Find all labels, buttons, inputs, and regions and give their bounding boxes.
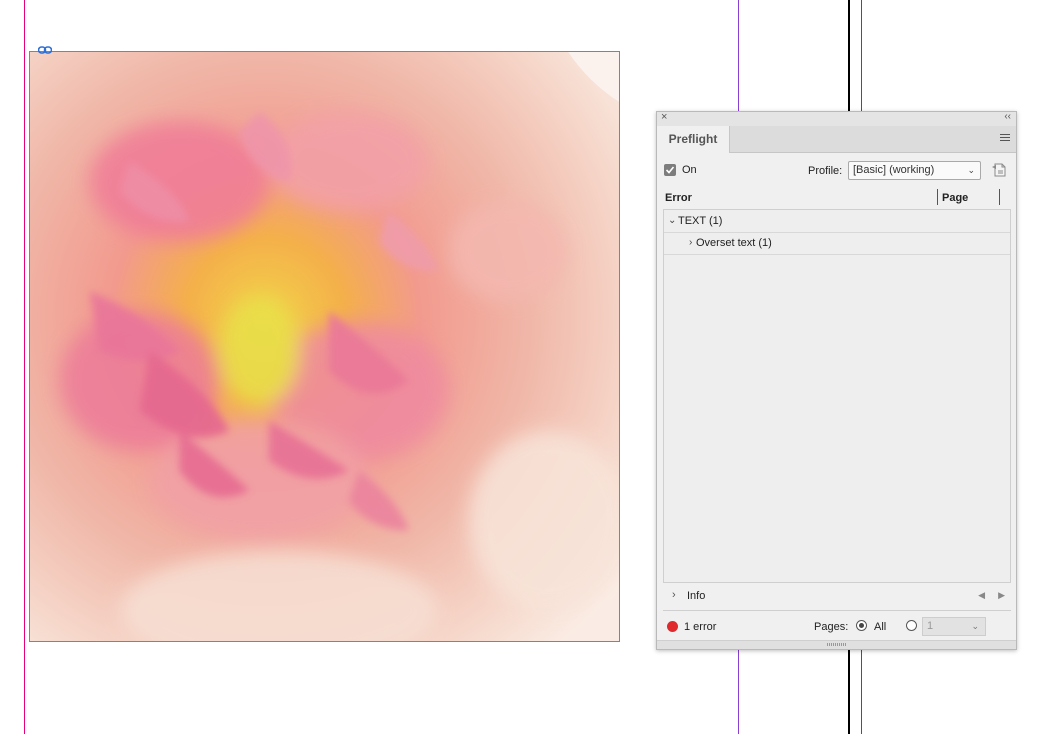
error-status-icon xyxy=(667,621,678,632)
list-item-text-group[interactable]: ⌄ TEXT (1) xyxy=(664,210,1010,233)
panel-menu-icon[interactable] xyxy=(1000,134,1010,142)
panel-tab-row: Preflight xyxy=(657,126,1016,153)
chevron-down-icon: ⌄ xyxy=(971,621,979,631)
row-label: Overset text (1) xyxy=(696,237,772,249)
profile-dropdown[interactable]: [Basic] (working) ⌄ xyxy=(848,161,981,180)
define-profiles-icon[interactable] xyxy=(991,162,1007,178)
resize-grip[interactable] xyxy=(657,640,1016,649)
close-icon[interactable]: × xyxy=(661,111,667,123)
info-section[interactable]: › Info ◀ ▶ xyxy=(663,583,1011,611)
preflight-panel: × ‹‹ Preflight On Profile: [Basic] (work… xyxy=(656,111,1017,650)
chevron-right-icon[interactable]: › xyxy=(672,589,676,601)
previous-arrow-icon[interactable]: ◀ xyxy=(978,590,985,601)
error-count: 1 error xyxy=(684,621,717,633)
margin-guide-left xyxy=(24,0,25,734)
next-arrow-icon[interactable]: ▶ xyxy=(998,590,1005,601)
column-error[interactable]: Error xyxy=(665,192,692,204)
flower-photo xyxy=(30,52,619,641)
all-pages-label: All xyxy=(874,621,887,633)
radio-all-pages[interactable] xyxy=(856,620,867,631)
profile-label: Profile: xyxy=(808,165,843,177)
link-chain-icon[interactable] xyxy=(38,45,52,55)
tab-preflight[interactable]: Preflight xyxy=(657,126,730,153)
radio-page-range[interactable] xyxy=(906,620,917,631)
on-label: On xyxy=(682,164,697,176)
page-range-field[interactable]: 1 ⌄ xyxy=(922,617,986,636)
error-list-header: Error Page xyxy=(663,187,1011,210)
image-frame[interactable] xyxy=(29,51,620,642)
page-range-value: 1 xyxy=(927,620,934,632)
pages-label: Pages: xyxy=(814,621,849,633)
collapse-icon[interactable]: ‹‹ xyxy=(1004,111,1011,122)
profile-value: [Basic] (working) xyxy=(853,164,935,176)
row-label: TEXT (1) xyxy=(678,215,723,227)
error-list: ⌄ TEXT (1) › Overset text (1) xyxy=(663,209,1011,583)
on-checkbox[interactable] xyxy=(664,164,676,176)
panel-titlebar[interactable]: × ‹‹ xyxy=(657,111,1016,127)
chevron-down-icon[interactable]: ⌄ xyxy=(668,210,676,232)
column-page[interactable]: Page xyxy=(942,192,968,204)
column-divider[interactable] xyxy=(999,189,1000,205)
list-item-overset-text[interactable]: › Overset text (1) xyxy=(664,232,1010,255)
chevron-down-icon: ⌄ xyxy=(967,165,975,175)
column-divider[interactable] xyxy=(937,189,938,205)
chevron-right-icon[interactable]: › xyxy=(689,232,692,254)
info-label: Info xyxy=(687,590,706,602)
